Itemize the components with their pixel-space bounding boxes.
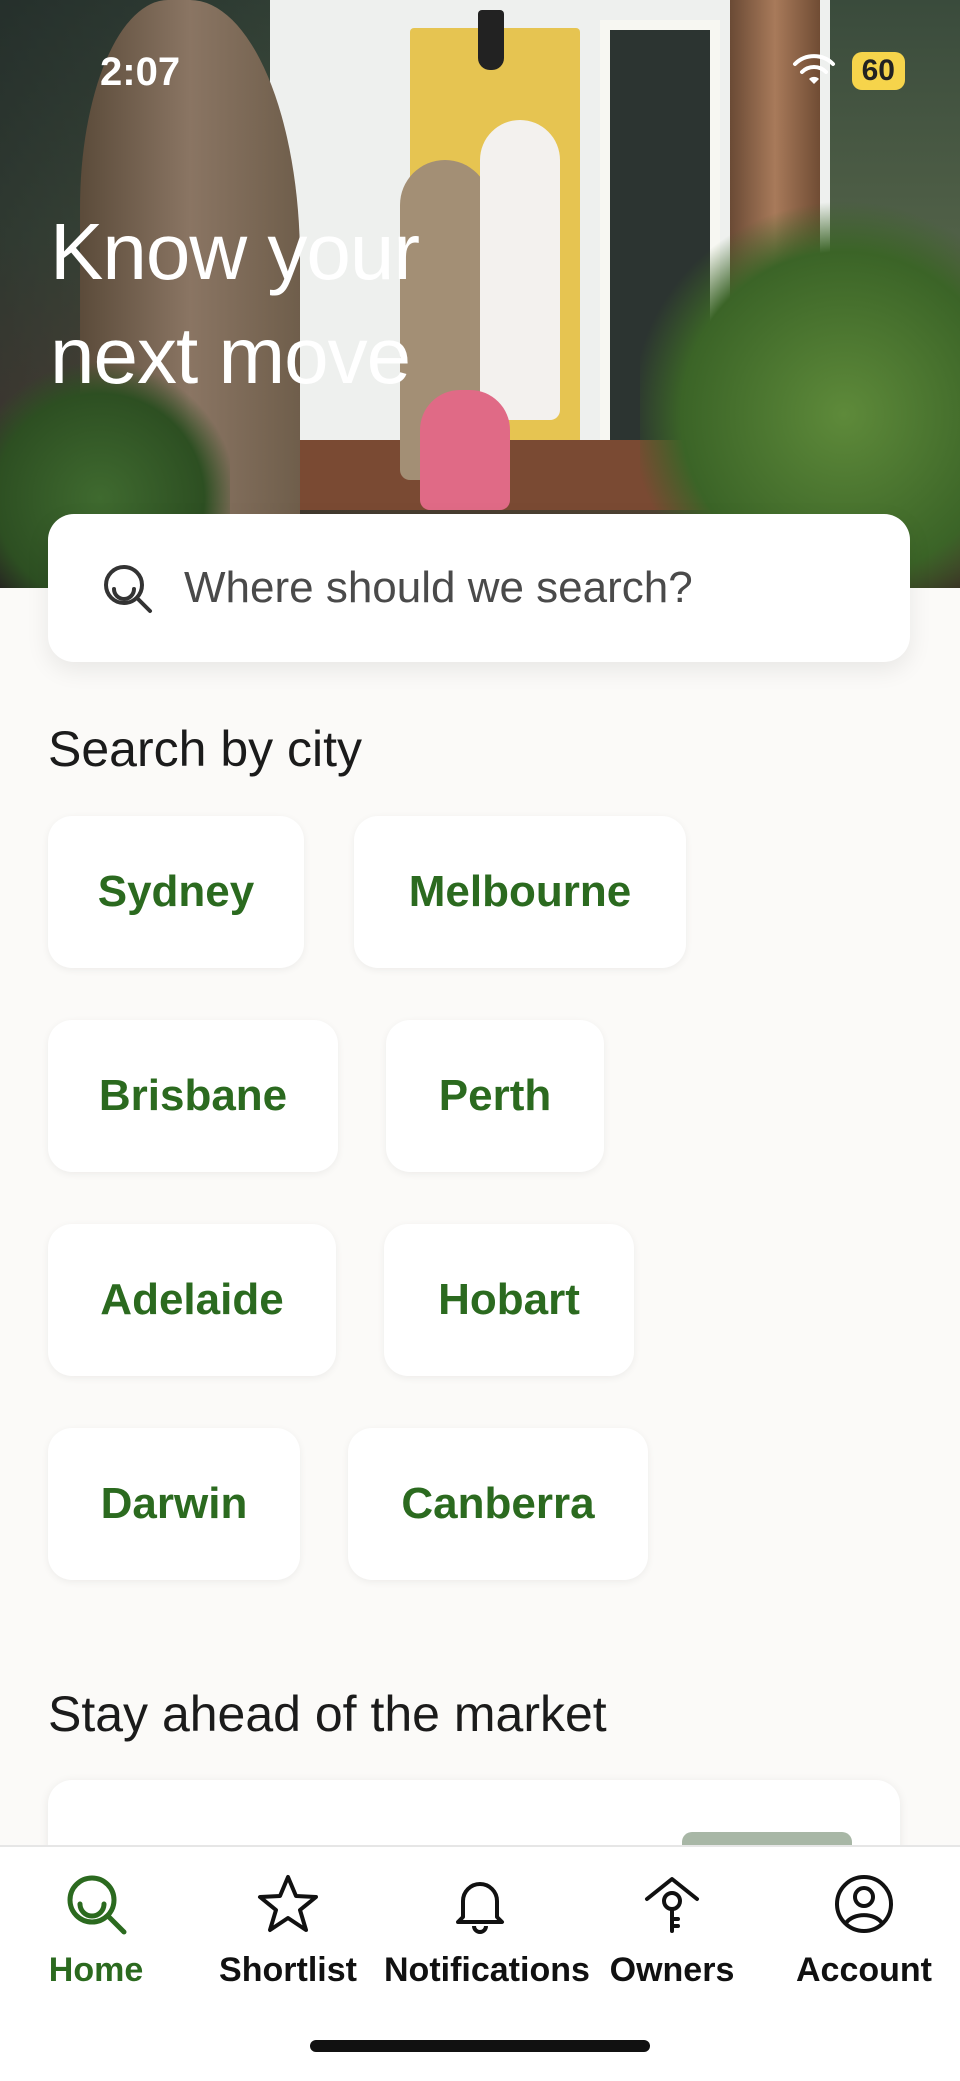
tab-home[interactable]: Home bbox=[0, 1871, 192, 1990]
tab-shortlist[interactable]: Shortlist bbox=[192, 1871, 384, 1990]
hero-title-line1: Know your bbox=[50, 207, 420, 296]
hero-banner: 2:07 60 Know your next move bbox=[0, 0, 960, 588]
bell-icon bbox=[456, 1882, 504, 1934]
battery-badge: 60 bbox=[851, 52, 905, 90]
tab-account[interactable]: Account bbox=[768, 1871, 960, 1990]
status-time: 2:07 bbox=[100, 50, 181, 94]
city-button-canberra[interactable]: Canberra bbox=[348, 1428, 648, 1580]
home-indicator[interactable] bbox=[310, 2040, 650, 2052]
city-button-adelaide[interactable]: Adelaide bbox=[48, 1224, 336, 1376]
city-button-sydney[interactable]: Sydney bbox=[48, 816, 304, 968]
tab-label: Shortlist bbox=[219, 1951, 357, 1989]
user-circle-icon bbox=[835, 1875, 893, 1933]
city-button-melbourne[interactable]: Melbourne bbox=[354, 816, 686, 968]
city-button-darwin[interactable]: Darwin bbox=[48, 1428, 300, 1580]
star-icon bbox=[258, 1875, 318, 1932]
tab-label: Home bbox=[48, 1951, 144, 1989]
child-figure bbox=[420, 390, 510, 510]
status-icons: 60 bbox=[792, 52, 905, 90]
tab-notifications[interactable]: Notifications bbox=[384, 1871, 590, 1990]
tab-owners[interactable]: Owners bbox=[576, 1871, 768, 1990]
city-button-hobart[interactable]: Hobart bbox=[384, 1224, 634, 1376]
search-bar[interactable]: Where should we search? bbox=[48, 514, 910, 662]
tab-label: Account bbox=[796, 1951, 932, 1989]
section-title-market: Stay ahead of the market bbox=[48, 1686, 607, 1742]
wifi-icon bbox=[792, 54, 835, 84]
hero-title-line2: next move bbox=[50, 311, 411, 400]
search-icon bbox=[104, 565, 152, 613]
search-icon bbox=[67, 1875, 127, 1935]
hero-title: Know your next move bbox=[50, 200, 420, 408]
person-figure bbox=[480, 120, 560, 420]
city-button-brisbane[interactable]: Brisbane bbox=[48, 1020, 338, 1172]
house-key-icon bbox=[645, 1877, 699, 1933]
search-placeholder: Where should we search? bbox=[184, 563, 693, 612]
tab-label: Notifications bbox=[384, 1951, 590, 1989]
city-button-perth[interactable]: Perth bbox=[386, 1020, 604, 1172]
porch-lamp bbox=[478, 10, 504, 70]
tab-label: Owners bbox=[609, 1951, 735, 1989]
section-title-cities: Search by city bbox=[48, 721, 363, 777]
